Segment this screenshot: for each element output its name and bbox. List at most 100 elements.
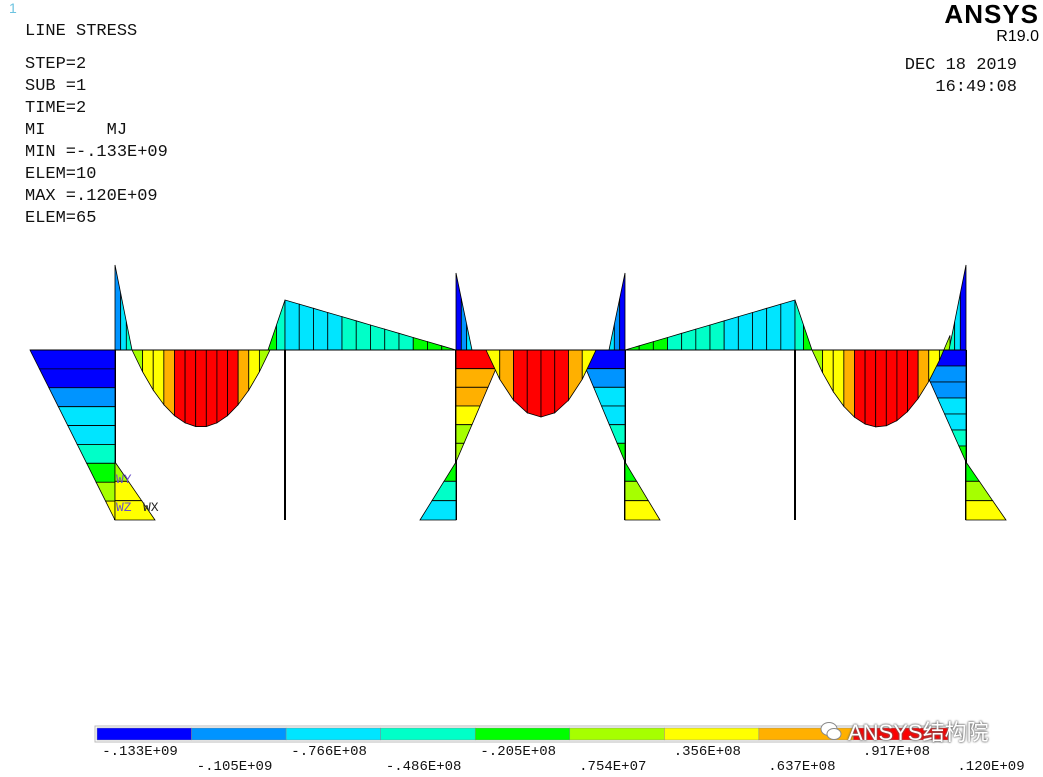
beam-stress-strip bbox=[864, 349, 877, 428]
beam-stress-strip bbox=[114, 264, 122, 351]
column-stress-band bbox=[48, 387, 116, 408]
column-stress-band bbox=[455, 386, 489, 407]
legend-color-swatch bbox=[380, 727, 476, 741]
legend-color-swatch bbox=[96, 727, 192, 741]
beam-stress-strip bbox=[237, 349, 250, 406]
legend-label-top: -.133E+09 bbox=[102, 744, 178, 760]
column-stress-band bbox=[67, 425, 116, 445]
beam-stress-strip bbox=[794, 299, 804, 351]
beam-stress-strip bbox=[142, 349, 154, 392]
beam-stress-strip bbox=[441, 345, 457, 351]
beam-stress-strip bbox=[184, 349, 197, 428]
triad-y-label: WY bbox=[116, 472, 132, 487]
legend-label-bottom: .120E+09 bbox=[957, 759, 1025, 775]
legend-label-top: .356E+08 bbox=[673, 744, 741, 760]
column-stress-band bbox=[455, 424, 473, 444]
column-stress-band bbox=[608, 424, 626, 444]
beam-stress-strip bbox=[460, 298, 468, 351]
beam-stress-strip bbox=[540, 349, 556, 418]
column-stress-band bbox=[624, 480, 650, 502]
wechat-icon bbox=[820, 722, 842, 740]
beam-stress-strip bbox=[954, 293, 961, 351]
beam-stress-strip bbox=[355, 320, 371, 351]
beam-stress-strip bbox=[681, 328, 697, 351]
beam-stress-strip bbox=[298, 303, 314, 351]
beam-stress-strip bbox=[907, 349, 919, 413]
beam-stress-strip bbox=[554, 349, 569, 414]
column-stress-band bbox=[965, 460, 981, 482]
beam-stress-strip bbox=[174, 349, 186, 424]
column-stress-band bbox=[443, 460, 457, 482]
beam-stress-strip bbox=[803, 324, 813, 351]
beam-stress-strip bbox=[499, 349, 514, 402]
column-stress-band bbox=[965, 500, 1007, 521]
ansys-plot-window: 1 LINE STRESS STEP=2 SUB =1 TIME=2 MI MJ MIN… bbox=[0, 0, 1043, 777]
legend-color-swatch bbox=[285, 727, 381, 741]
beam-stress-strip bbox=[152, 349, 165, 406]
beam-stress-strip bbox=[120, 293, 127, 351]
column-stress-band bbox=[29, 349, 116, 370]
beam-stress-strip bbox=[638, 341, 654, 351]
beam-stress-strip bbox=[619, 272, 626, 351]
legend-label-bottom: -.105E+09 bbox=[196, 759, 273, 775]
column-stress-band bbox=[624, 500, 661, 521]
column-stress-band bbox=[616, 442, 626, 463]
beam-stress-strip bbox=[412, 336, 428, 351]
legend-color-swatch bbox=[474, 727, 571, 741]
beam-stress-strip bbox=[723, 316, 739, 351]
line-stress-diagram bbox=[29, 264, 1007, 743]
column-stress-band bbox=[943, 413, 967, 431]
beam-stress-strip bbox=[766, 303, 782, 351]
beam-stress-strip bbox=[216, 349, 228, 424]
beam-stress-strip bbox=[267, 324, 277, 351]
beam-stress-strip bbox=[709, 320, 725, 351]
beam-stress-strip bbox=[526, 349, 542, 418]
beam-stress-strip bbox=[163, 349, 175, 417]
legend-label-top: -.766E+08 bbox=[291, 744, 367, 760]
beam-stress-strip bbox=[695, 324, 711, 351]
legend-label-bottom: .637E+08 bbox=[768, 759, 836, 775]
column-stress-band bbox=[585, 368, 626, 388]
beam-stress-strip bbox=[624, 345, 640, 351]
beam-stress-strip bbox=[384, 328, 400, 351]
legend-label-bottom: .754E+07 bbox=[579, 759, 647, 775]
beam-stress-strip bbox=[917, 349, 930, 400]
beam-stress-strip bbox=[608, 324, 615, 351]
beam-stress-strip bbox=[843, 349, 855, 419]
beam-stress-strip bbox=[276, 299, 286, 351]
triad-z-label: WZ bbox=[116, 500, 132, 515]
column-stress-band bbox=[455, 442, 465, 463]
column-stress-band bbox=[951, 429, 967, 447]
beam-stress-strip bbox=[205, 349, 218, 428]
column-stress-band bbox=[104, 500, 116, 521]
beam-stress-strip bbox=[875, 349, 887, 428]
beam-stress-strip bbox=[811, 349, 824, 373]
column-stress-band bbox=[95, 481, 116, 502]
column-stress-band bbox=[455, 405, 481, 426]
beam-stress-strip bbox=[341, 316, 357, 351]
legend-color-swatch bbox=[569, 727, 665, 741]
beam-stress-strip bbox=[227, 349, 239, 417]
beam-stress-strip bbox=[568, 349, 583, 402]
beam-stress-strip bbox=[131, 349, 144, 373]
column-stress-band bbox=[86, 462, 116, 483]
beam-stress-strip bbox=[752, 307, 768, 351]
beam-stress-strip bbox=[959, 264, 967, 351]
beam-stress-strip bbox=[822, 349, 834, 394]
column-stress-band bbox=[936, 397, 967, 415]
beam-stress-strip bbox=[832, 349, 845, 408]
beam-stress-strip bbox=[780, 299, 796, 351]
beam-stress-strip bbox=[466, 324, 473, 351]
legend-label-bottom: -.486E+08 bbox=[385, 759, 462, 775]
triad-x-label: WX bbox=[143, 500, 159, 515]
column-stress-band bbox=[965, 480, 994, 502]
beam-stress-strip bbox=[195, 349, 207, 427]
beam-stress-strip bbox=[258, 349, 271, 373]
watermark-text: ANSYS结构院 bbox=[848, 720, 989, 745]
beam-stress-strip bbox=[398, 332, 414, 351]
beam-stress-strip bbox=[455, 272, 462, 351]
column-stress-band bbox=[929, 381, 967, 399]
beam-stress-strip bbox=[248, 349, 260, 392]
beam-stress-strip bbox=[427, 341, 443, 351]
column-stress-band bbox=[57, 406, 116, 426]
